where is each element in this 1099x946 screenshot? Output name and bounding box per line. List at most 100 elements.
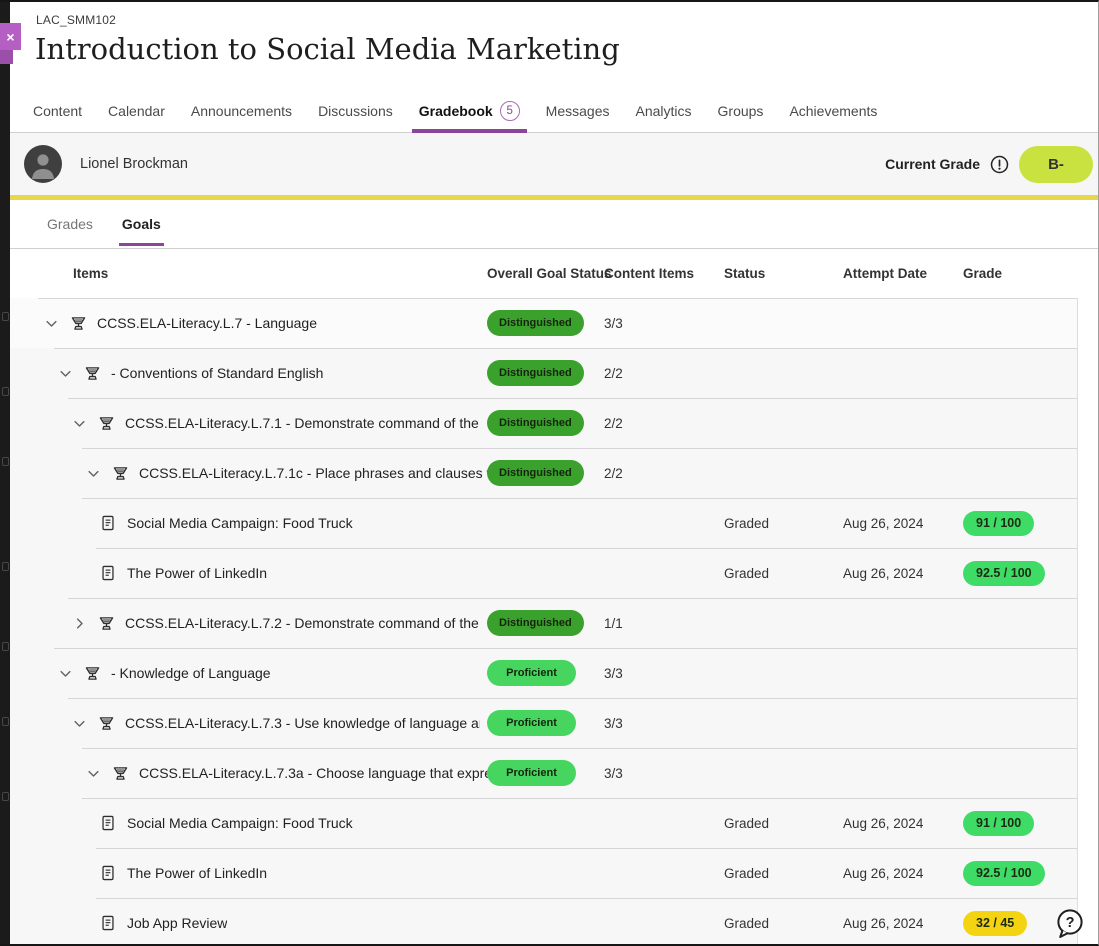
tab-announcements[interactable]: Announcements [191, 90, 292, 132]
row-label[interactable]: CCSS.ELA-Literacy.L.7.3a - Choose langua… [139, 765, 494, 781]
table-row[interactable]: Job App Review Graded Aug 26, 2024 32 / … [10, 898, 1078, 946]
chevron-down-icon[interactable] [86, 465, 102, 481]
gradebook-count-badge: 5 [500, 101, 520, 121]
item-status: Graded [724, 848, 769, 898]
table-row[interactable]: CCSS.ELA-Literacy.L.7.3 - Use knowledge … [10, 698, 1078, 748]
trophy-icon [84, 664, 102, 682]
row-label[interactable]: CCSS.ELA-Literacy.L.7 - Language [97, 315, 317, 331]
chevron-down-icon[interactable] [72, 715, 88, 731]
row-label[interactable]: The Power of LinkedIn [127, 865, 267, 881]
course-nav: Content Calendar Announcements Discussio… [10, 90, 1098, 133]
tab-gradebook[interactable]: Gradebook 5 [419, 90, 520, 132]
close-button-notch [0, 50, 13, 64]
row-separator [82, 498, 1077, 499]
current-grade-label: Current Grade [885, 156, 980, 172]
content-items-count: 3/3 [604, 748, 623, 798]
col-grade: Grade [963, 249, 1002, 298]
trophy-icon [112, 464, 130, 482]
table-row[interactable]: CCSS.ELA-Literacy.L.7.3a - Choose langua… [10, 748, 1078, 798]
row-label[interactable]: Job App Review [127, 915, 227, 931]
row-label[interactable]: Social Media Campaign: Food Truck [127, 515, 353, 531]
goal-status-badge: Distinguished [487, 398, 584, 448]
content-items-count: 2/2 [604, 348, 623, 398]
chevron-down-icon[interactable] [72, 415, 88, 431]
content-items-count: 3/3 [604, 648, 623, 698]
chevron-down-icon[interactable] [44, 315, 60, 331]
tab-achievements[interactable]: Achievements [789, 90, 877, 132]
table-row[interactable]: - Knowledge of Language Proficient 3/3 [10, 648, 1078, 698]
chevron-down-icon[interactable] [86, 765, 102, 781]
tab-calendar[interactable]: Calendar [108, 90, 165, 132]
col-items: Items [73, 249, 108, 298]
row-label[interactable]: CCSS.ELA-Literacy.L.7.2 - Demonstrate co… [125, 615, 480, 631]
table-row[interactable]: Social Media Campaign: Food Truck Graded… [10, 498, 1078, 548]
trophy-icon [70, 314, 88, 332]
attempt-date: Aug 26, 2024 [843, 548, 923, 598]
sidebar-partial-icon [2, 312, 9, 321]
tab-groups[interactable]: Groups [718, 90, 764, 132]
student-summary-band: Lionel Brockman Current Grade B- [10, 133, 1098, 195]
student-name: Lionel Brockman [80, 156, 188, 172]
row-separator [96, 898, 1077, 899]
collapsed-sidebar[interactable] [0, 2, 10, 944]
help-question-icon[interactable]: ? [1053, 906, 1087, 942]
chevron-down-icon[interactable] [58, 665, 74, 681]
row-label[interactable]: Social Media Campaign: Food Truck [127, 815, 353, 831]
tab-goals[interactable]: Goals [122, 200, 161, 248]
table-row[interactable]: CCSS.ELA-Literacy.L.7 - Language Disting… [10, 298, 1078, 348]
gradebook-subtabs: Grades Goals [10, 200, 1098, 249]
tab-discussions[interactable]: Discussions [318, 90, 393, 132]
table-rows: CCSS.ELA-Literacy.L.7 - Language Disting… [10, 298, 1078, 946]
goal-status-badge: Proficient [487, 648, 576, 698]
trophy-icon [98, 414, 116, 432]
chevron-right-icon[interactable] [72, 615, 88, 631]
attempt-date: Aug 26, 2024 [843, 798, 923, 848]
table-row[interactable]: CCSS.ELA-Literacy.L.7.1c - Place phrases… [10, 448, 1078, 498]
row-label[interactable]: - Knowledge of Language [111, 665, 271, 681]
trophy-icon [98, 714, 116, 732]
row-label[interactable]: The Power of LinkedIn [127, 565, 267, 581]
info-icon[interactable] [990, 155, 1009, 174]
goal-status-badge: Distinguished [487, 298, 584, 348]
content-items-count: 3/3 [604, 698, 623, 748]
goal-status-badge: Proficient [487, 748, 576, 798]
table-row[interactable]: The Power of LinkedIn Graded Aug 26, 202… [10, 548, 1078, 598]
gradebook-goals-page: × LAC_SMM102 Introduction to Social Medi… [0, 0, 1099, 946]
row-separator [82, 748, 1077, 749]
table-row[interactable]: CCSS.ELA-Literacy.L.7.1 - Demonstrate co… [10, 398, 1078, 448]
chevron-down-icon[interactable] [58, 365, 74, 381]
row-label[interactable]: CCSS.ELA-Literacy.L.7.1 - Demonstrate co… [125, 415, 480, 431]
document-icon [100, 914, 118, 932]
goal-status-badge: Distinguished [487, 348, 584, 398]
current-grade-pill: B- [1019, 146, 1093, 183]
document-icon [100, 864, 118, 882]
table-row[interactable]: CCSS.ELA-Literacy.L.7.2 - Demonstrate co… [10, 598, 1078, 648]
goal-status-badge: Proficient [487, 698, 576, 748]
content-items-count: 2/2 [604, 448, 623, 498]
row-separator [96, 848, 1077, 849]
content-items-count: 2/2 [604, 398, 623, 448]
attempt-date: Aug 26, 2024 [843, 848, 923, 898]
goal-status-badge: Distinguished [487, 598, 584, 648]
grade-badge: 92.5 / 100 [963, 548, 1045, 598]
tab-content[interactable]: Content [33, 90, 82, 132]
tab-grades[interactable]: Grades [47, 200, 93, 248]
goal-status-badge: Distinguished [487, 448, 584, 498]
row-label[interactable]: CCSS.ELA-Literacy.L.7.3 - Use knowledge … [125, 715, 480, 731]
document-icon [100, 814, 118, 832]
close-x-icon[interactable]: × [0, 23, 21, 50]
item-status: Graded [724, 898, 769, 946]
tab-messages[interactable]: Messages [546, 90, 610, 132]
table-row[interactable]: The Power of LinkedIn Graded Aug 26, 202… [10, 848, 1078, 898]
col-overall-goal-status: Overall Goal Status [487, 249, 612, 298]
row-separator [82, 798, 1077, 799]
table-row[interactable]: Social Media Campaign: Food Truck Graded… [10, 798, 1078, 848]
document-icon [100, 564, 118, 582]
content-items-count: 3/3 [604, 298, 623, 348]
tab-analytics[interactable]: Analytics [635, 90, 691, 132]
row-separator [96, 548, 1077, 549]
row-label[interactable]: - Conventions of Standard English [111, 365, 323, 381]
col-content-items: Content Items [604, 249, 694, 298]
table-row[interactable]: - Conventions of Standard English Distin… [10, 348, 1078, 398]
row-label[interactable]: CCSS.ELA-Literacy.L.7.1c - Place phrases… [139, 465, 494, 481]
